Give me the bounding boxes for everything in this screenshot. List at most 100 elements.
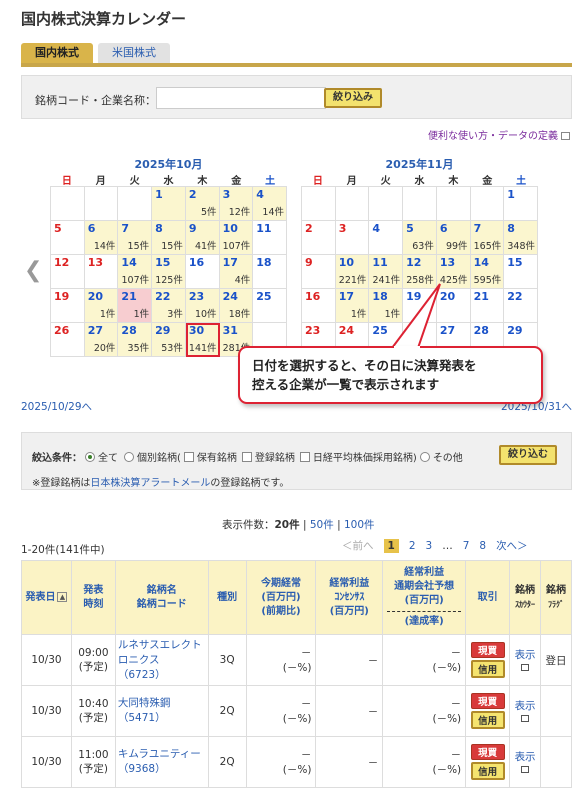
calendar-day-cell[interactable]: 29 53件 [152,323,186,357]
calendar-day-cell[interactable]: 6 14件 [84,221,119,255]
calendar-day-cell[interactable]: 5 63件 [403,221,437,255]
calendar-day-cell[interactable]: 8 15件 [152,221,186,255]
calendar-day-cell[interactable]: 11 241件 [369,255,404,289]
col-date[interactable]: 発表日 ▲ [21,560,72,635]
calendar-day-cell: 18 [253,255,287,289]
option-other-label: その他 [432,453,463,464]
pager-page-link[interactable]: 3 [426,540,433,552]
day-number: 3 [338,222,347,235]
company-code-link[interactable]: （5471） [118,712,166,724]
pager-page-link[interactable]: 7 [463,540,470,552]
calendar-day-cell[interactable]: 8 348件 [504,221,538,255]
buy-cash-button[interactable]: 現買 [470,693,505,709]
option-nikkei225-label: 日経平均株価採用銘柄) [312,453,417,464]
day-number: 30 [188,324,205,337]
alert-mail-link[interactable]: 日本株決算アラートメール [90,478,210,489]
cell-company-forecast: － (－%) [382,685,467,737]
margin-button[interactable]: 信用 [470,762,505,780]
day-number: 14 [121,256,137,269]
day-number: 24 [222,290,238,303]
weekday-label: 月 [95,176,106,187]
company-name-link[interactable]: キムラユニティー [118,748,201,760]
margin-button[interactable]: 信用 [470,711,505,729]
weekday-label: 金 [231,176,242,187]
prev-date-link[interactable]: 2025/10/29へ [21,399,92,414]
calendar-day-cell[interactable]: 10 107件 [219,221,254,255]
cell-date: 10/30 [21,736,72,788]
pager-next-link[interactable]: 次へ＞ [496,538,528,553]
calendar-day-cell[interactable]: 9 41件 [185,221,220,255]
calendar-day-cell[interactable]: 30 141件 [185,323,220,357]
calendar-day-cell[interactable]: 12 258件 [403,255,437,289]
search-panel: 銘柄コード・企業名称： 絞り込み [21,75,572,119]
calendar-day-cell[interactable]: 14 595件 [470,255,505,289]
buy-cash-button[interactable]: 現買 [470,744,505,760]
pager-page-link[interactable]: 8 [479,540,486,552]
search-input[interactable] [156,87,326,109]
consensus-value: － [367,705,379,718]
calendar-day-cell[interactable]: 10 221件 [335,255,370,289]
weekday-label: 金 [482,176,493,187]
type-text: 3Q [219,654,235,666]
day-number: 15 [507,256,523,269]
calendar-day-cell[interactable]: 17 1件 [335,289,370,323]
display-50-link[interactable]: 50件 [310,519,334,531]
day-number: 7 [121,222,130,235]
calendar-day-cell[interactable]: 7 15件 [118,221,153,255]
calendar-day-cell[interactable]: 20 1件 [84,289,119,323]
day-number: 4 [372,222,381,235]
day-count: 107件 [121,275,150,286]
calendar-day-cell[interactable]: 3 12件 [219,187,254,221]
company-code-link[interactable]: （6723） [118,669,166,681]
calendar-day-cell[interactable]: 4 14件 [253,187,287,221]
window-icon [521,663,530,671]
calendar-day-cell[interactable]: 28 35件 [118,323,153,357]
company-name-link[interactable]: 大同特殊鋼 [118,697,171,709]
calendar-day-cell[interactable]: 13 425件 [436,255,471,289]
calendar-day-cell[interactable]: 24 18件 [219,289,254,323]
day-number: 26 [406,324,422,337]
checkbox-nikkei225[interactable] [299,451,310,462]
radio-all[interactable] [85,451,95,462]
filter-submit-button[interactable]: 絞り込む [499,445,557,465]
cell-scouter: 表示 [509,685,542,737]
radio-individual[interactable] [124,451,134,462]
calendar-month-title: 2025年11月 [385,158,454,171]
search-submit-button[interactable]: 絞り込み [324,88,382,108]
calendar-empty-cell [470,187,505,221]
calendar-prev-arrow-icon[interactable]: ❮ [24,258,42,283]
scouter-link[interactable]: 表示 [515,751,536,763]
margin-button[interactable]: 信用 [470,660,505,678]
scouter-link[interactable]: 表示 [515,700,536,712]
calendar-day-cell[interactable]: 2 5件 [185,187,220,221]
calendar-day-cell[interactable]: 7 165件 [470,221,505,255]
col-date-label: 発表日 [25,591,56,603]
calendar-day-cell: 25 [253,289,287,323]
scouter-link[interactable]: 表示 [515,649,536,661]
tab-us[interactable]: 米国株式 [98,43,170,63]
calendar-day-cell[interactable]: 14 107件 [118,255,153,289]
company-name-link[interactable]: ルネサスエレクトロニクス [118,639,202,666]
checkbox-holdings[interactable] [183,451,194,462]
calendar-day-cell[interactable]: 6 99件 [436,221,471,255]
tab-domestic[interactable]: 国内株式 [21,43,93,63]
day-number: 22 [507,290,523,303]
calendar-day-cell[interactable]: 22 3件 [152,289,186,323]
checkbox-registered[interactable] [241,451,252,462]
radio-other[interactable] [419,451,430,462]
calendar-day-cell[interactable]: 17 4件 [219,255,254,289]
sort-icon[interactable]: ▲ [57,591,68,602]
calendar-day-cell[interactable]: 23 10件 [185,289,220,323]
help-link[interactable]: 便利な使い方・データの定義 [428,127,570,142]
company-code-link[interactable]: （9368） [118,763,166,775]
option-all-label: 全て [98,453,118,464]
calendar-day-cell[interactable]: 18 1件 [369,289,404,323]
calendar-day-cell[interactable]: 27 20件 [84,323,119,357]
calendar-day-cell[interactable]: 15 125件 [152,255,186,289]
cell-type: 2Q [207,736,247,788]
col-flag: 銘柄 ﾌﾗｸﾞ [540,560,572,635]
display-100-link[interactable]: 100件 [344,519,375,531]
pager-page-link[interactable]: 2 [409,540,416,552]
buy-cash-button[interactable]: 現買 [470,642,505,658]
calendar-day-cell[interactable]: 21 1件 [118,289,153,323]
